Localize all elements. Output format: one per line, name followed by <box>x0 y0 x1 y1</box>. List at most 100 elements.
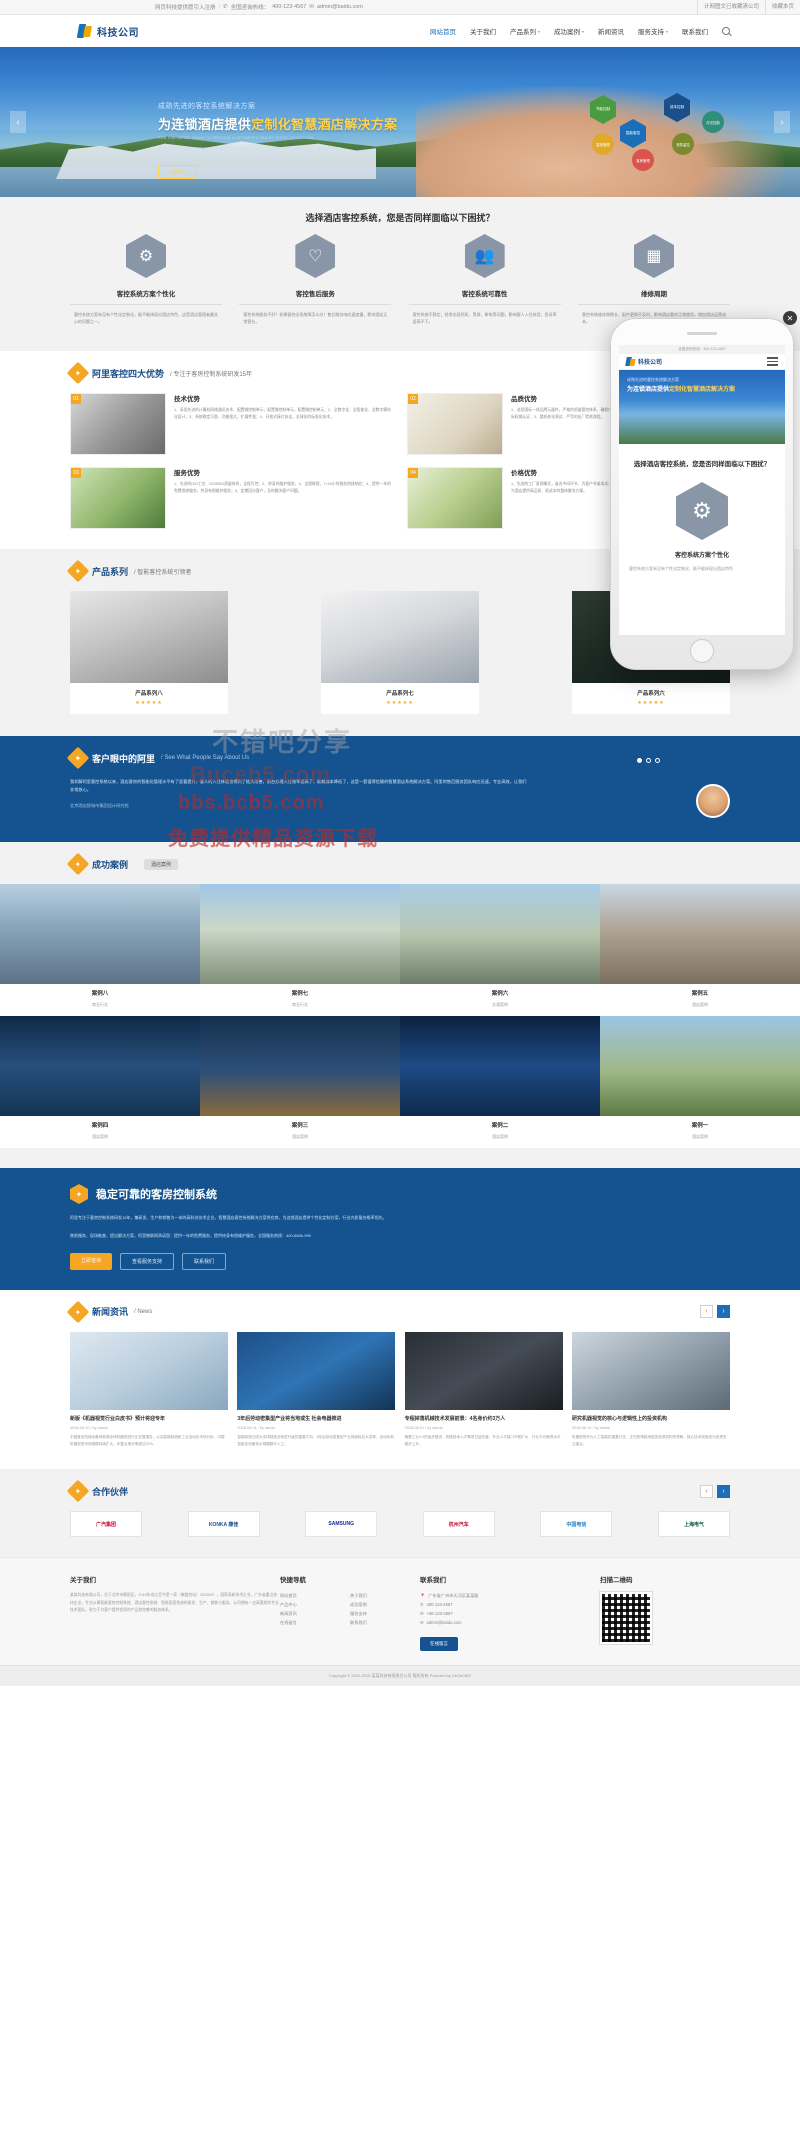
case-cell-7[interactable]: 案例七 商业行业 <box>200 884 400 1016</box>
case-cell-6[interactable]: 案例六 交通案例 <box>400 884 600 1016</box>
badge-smart-management: 智慧管理 <box>592 133 614 155</box>
top-bar-link-favorite[interactable]: 计网图文已收藏清公司 <box>696 0 765 15</box>
nav-item-products[interactable]: 产品系列 ▾ <box>510 26 540 37</box>
badge-smart-control: 智能客控 <box>620 119 646 148</box>
search-icon[interactable] <box>722 27 730 35</box>
pain-card-title: 客控售后服务 <box>239 288 392 305</box>
nav-item-home[interactable]: 网站首页 <box>430 26 456 36</box>
nav-item-support[interactable]: 服务支持 ▾ <box>637 26 668 37</box>
nav-item-contact[interactable]: 联系我们 <box>682 26 708 36</box>
cta-consult-button[interactable]: 立即咨询 <box>70 1252 113 1270</box>
footer-fax-text: +86-123-4567 <box>426 1610 453 1616</box>
case-caption: 案例二 酒店案例 <box>400 1116 600 1148</box>
footer-link-products[interactable]: 产品中心 <box>280 1601 350 1610</box>
nav-label: 服务支持 <box>637 29 664 36</box>
products-title: 产品系列 <box>92 566 129 577</box>
footer-contact-heading: 联系我们 <box>420 1577 446 1585</box>
banner-next-arrow[interactable]: › <box>774 111 790 133</box>
partner-logo-3[interactable]: SAMSUNG <box>305 1511 378 1538</box>
pain-card-maintenance[interactable]: ▦ 维修周期 客控系统维修周期长，配件更换不及时，影响酒店客房正常使用，增加酒店… <box>577 234 730 325</box>
product-card-7[interactable]: 产品系列七 ★★★★★ <box>321 591 479 714</box>
nav-item-cases[interactable]: 成功案例 ▾ <box>554 26 584 37</box>
footer-link-message[interactable]: 在线留言 <box>280 1619 350 1628</box>
home-button[interactable] <box>690 639 714 663</box>
case-subtitle: 商业行业 <box>92 1002 108 1007</box>
partner-logo-6[interactable]: 上海电气 <box>657 1511 730 1538</box>
banner-prev-arrow[interactable]: ‹ <box>10 111 26 133</box>
footer-link-list: 网站首页 关于我们 产品中心 成功案例 新闻资讯 服务支持 在线留言 联系我们 <box>280 1592 420 1627</box>
case-cell-3[interactable]: 案例三 酒店案例 <box>200 1016 400 1148</box>
close-icon[interactable]: ✕ <box>783 311 797 325</box>
news-subtitle: / News <box>134 1308 153 1315</box>
footer-link-cases[interactable]: 成功案例 <box>350 1601 420 1610</box>
nav-item-about[interactable]: 关于我们 <box>470 26 496 36</box>
top-bar-link-bookmark[interactable]: 收藏本页 <box>764 0 800 15</box>
phone-status-bar: 全国咨询热线：400-123-4567 <box>619 345 785 354</box>
pain-card-after-sales[interactable]: ♡ 客控售后服务 客控系统服务不好？如果客控出现故障怎么办？售后服务响应速度慢，… <box>239 234 392 325</box>
pager-dot-2[interactable] <box>646 758 651 763</box>
pain-card-customization[interactable]: ⚙ 客控系统方案个性化 客控系统方案有没有个性化定制化，能不能体现出酒店特色，这… <box>70 234 222 325</box>
phone-banner-title-pre: 为连锁酒店提供 <box>627 387 670 393</box>
news-card-3[interactable]: 专程掉落机械技术发展前景：4名身价约3万人 2018-08-01 / by ad… <box>404 1331 563 1447</box>
footer-link-contact[interactable]: 联系我们 <box>350 1619 420 1628</box>
footer-link-news[interactable]: 新闻资讯 <box>280 1610 350 1619</box>
diamond-icon: ✦ <box>70 1184 88 1204</box>
case-cell-4[interactable]: 案例四 酒店案例 <box>0 1016 200 1148</box>
footer-contact-list: 📍 广东省广州市天河区某某路 ✆ 400-123-4567 ✉ +86-123-… <box>420 1592 600 1627</box>
news-card-title: 研究机器视觉的核心与逻辑性上的投资机构 <box>571 1415 667 1422</box>
pain-card-title: 维修周期 <box>577 288 730 305</box>
pager-dot-1[interactable] <box>637 758 642 763</box>
case-subtitle: 酒店案例 <box>492 1134 508 1139</box>
news-card-2[interactable]: 3年后劳动密集型产业将当地或生 社会电器推进 2018-08-01 / by a… <box>237 1331 396 1447</box>
advantage-item-service[interactable]: 03 服务优势 1、先进的ISO工艺、ISO9001质量体系，全程可控；2、终身… <box>70 467 393 529</box>
case-cell-5[interactable]: 案例五 酒店案例 <box>600 884 800 1016</box>
partner-logo-2[interactable]: KONKA 康佳 <box>187 1511 260 1538</box>
news-image <box>404 1331 563 1410</box>
footer-link-about[interactable]: 关于我们 <box>350 1592 420 1601</box>
partners-prev-arrow[interactable]: ‹ <box>700 1484 713 1498</box>
footer-message-button[interactable]: 在线留言 <box>420 1637 458 1652</box>
phone-logo[interactable]: 科技公司 <box>625 356 662 367</box>
pager-dot-3[interactable] <box>655 758 660 763</box>
case-image <box>0 884 200 984</box>
case-subtitle: 酒店案例 <box>92 1134 108 1139</box>
nav-label: 关于我们 <box>469 29 496 36</box>
case-image <box>0 1016 200 1116</box>
partner-logo-5[interactable]: 中国电信 <box>540 1511 613 1538</box>
advantages-subtitle: / 专注于客房控制系统研发15年 <box>170 371 253 378</box>
site-logo[interactable]: 科技公司 <box>76 23 139 39</box>
cta-contact-button[interactable]: 联系我们 <box>182 1252 227 1270</box>
pain-points-heading-wrap: 选择酒店客控系统，您是否同样面临以下困扰？ <box>70 197 730 234</box>
cases-tab-hotel[interactable]: 酒店案例 <box>144 858 179 870</box>
phone-section-title: 选择酒店客控系统，您是否同样面临以下困扰？ <box>633 461 771 468</box>
top-bar-separator: | <box>218 4 220 10</box>
product-card-8[interactable]: 产品系列八 ★★★★★ <box>70 591 228 714</box>
cta-buttons: 立即咨询 查看服务支持 联系我们 <box>70 1252 730 1270</box>
news-next-arrow[interactable]: › <box>717 1305 730 1319</box>
top-bar: 网页科技提供愿引入注册 | ✆ 全国咨询热线： 400-123-4567 ✉ a… <box>0 0 800 15</box>
footer-link-support[interactable]: 服务支持 <box>350 1610 420 1619</box>
partner-logo-1[interactable]: 广汽集团 <box>70 1511 142 1538</box>
case-cell-8[interactable]: 案例八 商业行业 <box>0 884 200 1016</box>
product-meta: 产品系列八 ★★★★★ <box>70 683 228 714</box>
advantage-item-technology[interactable]: 01 技术优势 1、采用先进的计算机网络通讯技术、配置微控制单元，配置微控制单元… <box>70 393 393 455</box>
partners-next-arrow[interactable]: › <box>717 1484 730 1498</box>
cta-support-button[interactable]: 查看服务支持 <box>120 1252 175 1270</box>
nav-item-news[interactable]: 新闻资讯 <box>598 26 624 36</box>
pain-card-reliability[interactable]: 👥 客控系统可靠性 客控系统不稳定，经常出现死机、黑屏、断电等问题，影响客人入住… <box>408 234 561 325</box>
case-cell-2[interactable]: 案例二 酒店案例 <box>400 1016 600 1148</box>
footer-about-text: 某某科技有限公司，位于北京市朝阳区，2015年成立至今是一家（集整合站）0023… <box>70 1593 279 1612</box>
partner-logo-4[interactable]: 杭州汽车 <box>422 1511 495 1538</box>
news-card-4[interactable]: 研究机器视觉的核心与逻辑性上的投资机构 2018-08-10 / by admi… <box>571 1331 730 1447</box>
footer-link-home[interactable]: 网站首页 <box>280 1592 350 1601</box>
product-meta: 产品系列六 ★★★★★ <box>572 683 730 714</box>
news-card-1[interactable]: 新版《机器视觉行业白皮书》预计将迎专年 2018-08-10 / by admi… <box>70 1331 228 1447</box>
news-card-text: 随着工业4.0的逐步推进，机械技术人才需求日益旺盛，专业人才缺口不断扩大，行业平… <box>404 1435 561 1446</box>
banner-cta-button[interactable]: 了解更多 <box>158 164 196 179</box>
footer-qr-heading: 扫描二维码 <box>600 1577 633 1585</box>
news-card-title: 新版《机器视觉行业白皮书》预计将迎专年 <box>70 1415 166 1422</box>
case-cell-1[interactable]: 案例一 酒店案例 <box>600 1016 800 1148</box>
news-prev-arrow[interactable]: ‹ <box>700 1305 713 1319</box>
diamond-icon: ✦ <box>66 1300 90 1324</box>
hamburger-icon[interactable] <box>767 355 778 368</box>
